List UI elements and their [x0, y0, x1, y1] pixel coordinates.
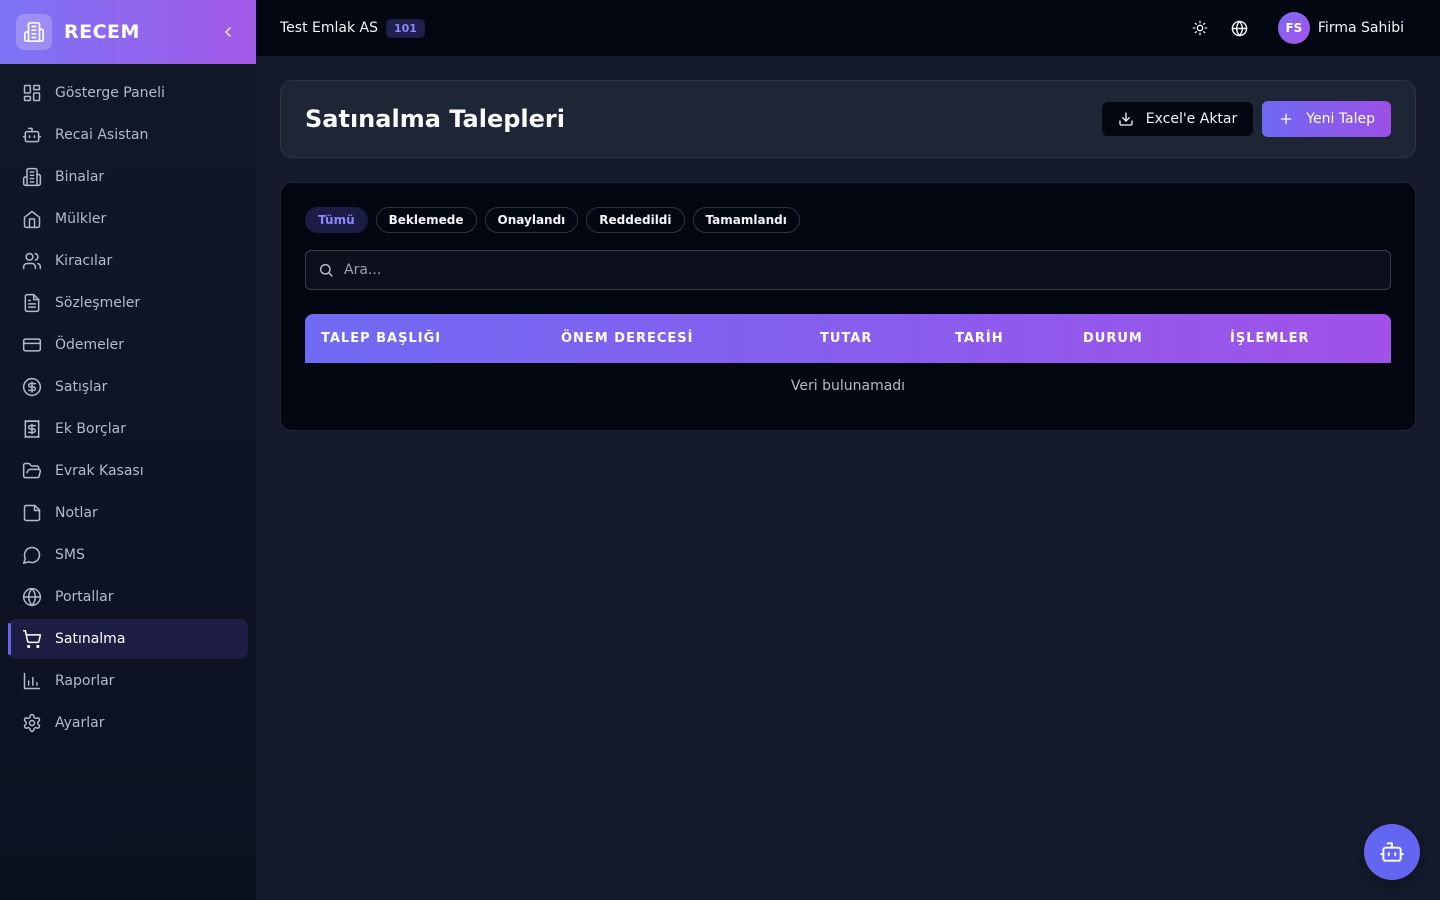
search-input[interactable] [344, 262, 1378, 278]
bot-icon [22, 125, 42, 145]
users-icon [22, 251, 42, 271]
avatar: FS [1277, 12, 1310, 44]
export-excel-label: Excel'e Aktar [1145, 111, 1238, 127]
globe-icon [1232, 20, 1248, 36]
sidebar-item-notes[interactable]: Notlar [8, 493, 248, 533]
column-header-actions: İŞLEMLER [1230, 331, 1310, 346]
sidebar-item-sms[interactable]: SMS [8, 535, 248, 575]
sidebar-item-label: Raporlar [55, 673, 115, 689]
sun-icon [1192, 20, 1208, 36]
sidebar-item-portals[interactable]: Portallar [8, 577, 248, 617]
sidebar-item-payments[interactable]: Ödemeler [8, 325, 248, 365]
page-title: Satınalma Talepleri [305, 105, 565, 133]
receipt-icon [22, 419, 42, 439]
message-icon [22, 545, 42, 565]
credit-card-icon [22, 335, 42, 355]
topbar: Test Emlak AS 101 FS Firma Sahibi [256, 0, 1440, 56]
dashboard-icon [22, 83, 42, 103]
column-header-priority[interactable]: ÖNEM DERECESİ [561, 314, 693, 363]
language-button[interactable] [1224, 12, 1256, 44]
sidebar-item-label: Satınalma [55, 631, 126, 647]
topbar-actions: FS Firma Sahibi [1176, 12, 1416, 44]
gear-icon [22, 713, 42, 733]
filter-approved[interactable]: Onaylandı [484, 207, 579, 233]
building-icon [22, 167, 42, 187]
page-actions: Excel'e Aktar Yeni Talep [1101, 101, 1391, 137]
sidebar-item-extra-debts[interactable]: Ek Borçlar [8, 409, 248, 449]
plus-icon [1278, 111, 1294, 127]
theme-toggle-button[interactable] [1184, 12, 1216, 44]
sidebar-item-label: SMS [55, 547, 85, 563]
download-icon [1118, 111, 1134, 127]
sidebar: RECEM Gösterge Paneli Recai Asistan Bina… [0, 0, 256, 900]
new-request-label: Yeni Talep [1306, 111, 1375, 127]
table-header: TALEP BAŞLIĞI ÖNEM DERECESİ TUTAR TARİH … [305, 314, 1391, 363]
sidebar-item-document-vault[interactable]: Evrak Kasası [8, 451, 248, 491]
sidebar-item-purchasing[interactable]: Satınalma [8, 619, 248, 659]
brand-header: RECEM [0, 0, 256, 64]
requests-panel: Tümü Beklemede Onaylandı Reddedildi Tama… [280, 182, 1416, 431]
page-header: Satınalma Talepleri Excel'e Aktar Yeni T… [280, 80, 1416, 158]
assistant-chat-button[interactable] [1364, 824, 1420, 880]
collapse-sidebar-button[interactable] [216, 20, 240, 44]
column-header-title[interactable]: TALEP BAŞLIĞI [321, 314, 441, 363]
sidebar-item-settings[interactable]: Ayarlar [8, 703, 248, 743]
file-text-icon [22, 293, 42, 313]
sidebar-item-label: Ödemeler [55, 337, 125, 353]
sidebar-item-buildings[interactable]: Binalar [8, 157, 248, 197]
search-icon [318, 262, 334, 278]
shopping-cart-icon [22, 629, 42, 649]
sticky-note-icon [22, 503, 42, 523]
sidebar-item-label: Notlar [55, 505, 98, 521]
sidebar-item-reports[interactable]: Raporlar [8, 661, 248, 701]
sidebar-item-label: Sözleşmeler [55, 295, 141, 311]
folder-open-icon [22, 461, 42, 481]
sidebar-item-contracts[interactable]: Sözleşmeler [8, 283, 248, 323]
company-name: Test Emlak AS [280, 20, 378, 36]
brand-name: RECEM [64, 21, 140, 43]
sidebar-item-label: Recai Asistan [55, 127, 149, 143]
building-logo-icon [16, 14, 52, 50]
filter-completed[interactable]: Tamamlandı [692, 207, 800, 233]
sidebar-item-label: Kiracılar [55, 253, 113, 269]
new-request-button[interactable]: Yeni Talep [1262, 101, 1391, 137]
globe-icon [22, 587, 42, 607]
sidebar-item-label: Portallar [55, 589, 114, 605]
column-header-amount[interactable]: TUTAR [820, 314, 872, 363]
sidebar-item-label: Evrak Kasası [55, 463, 144, 479]
sidebar-item-tenants[interactable]: Kiracılar [8, 241, 248, 281]
home-icon [22, 209, 42, 229]
sidebar-nav: Gösterge Paneli Recai Asistan Binalar Mü… [0, 64, 256, 743]
status-filter-tabs: Tümü Beklemede Onaylandı Reddedildi Tama… [305, 207, 1391, 233]
sidebar-item-dashboard[interactable]: Gösterge Paneli [8, 73, 248, 113]
search-box [305, 250, 1391, 290]
sidebar-item-label: Binalar [55, 169, 105, 185]
sidebar-item-label: Gösterge Paneli [55, 85, 165, 101]
dollar-circle-icon [22, 377, 42, 397]
column-header-date[interactable]: TARİH [955, 314, 1004, 363]
export-excel-button[interactable]: Excel'e Aktar [1101, 102, 1254, 136]
sidebar-item-label: Ek Borçlar [55, 421, 126, 437]
filter-all[interactable]: Tümü [305, 207, 368, 233]
chevron-left-icon [225, 27, 231, 37]
sidebar-item-label: Mülkler [55, 211, 107, 227]
column-header-status[interactable]: DURUM [1083, 314, 1143, 363]
sidebar-item-assistant[interactable]: Recai Asistan [8, 115, 248, 155]
user-menu[interactable]: FS Firma Sahibi [1277, 12, 1404, 44]
empty-state-text: Veri bulunamadı [790, 377, 906, 394]
user-name: Firma Sahibi [1317, 20, 1404, 36]
filter-pending[interactable]: Beklemede [375, 207, 477, 233]
company-badge: 101 [386, 18, 425, 38]
sidebar-item-sales[interactable]: Satışlar [8, 367, 248, 407]
filter-rejected[interactable]: Reddedildi [586, 207, 685, 233]
bar-chart-icon [22, 671, 42, 691]
sidebar-item-properties[interactable]: Mülkler [8, 199, 248, 239]
sidebar-item-label: Ayarlar [55, 715, 105, 731]
sidebar-item-label: Satışlar [55, 379, 108, 395]
bot-icon [1380, 842, 1404, 862]
